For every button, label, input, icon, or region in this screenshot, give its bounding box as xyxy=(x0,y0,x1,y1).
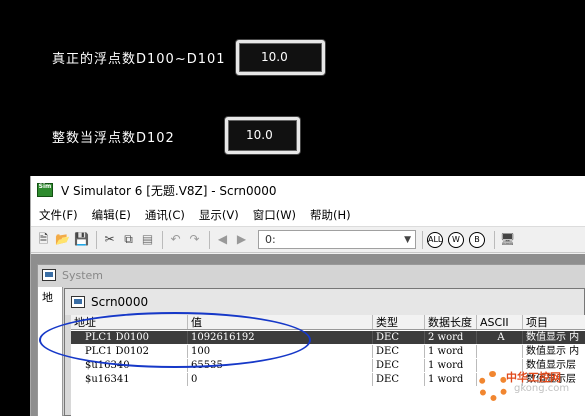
toolbar: 🗎 📂 💾 ✂ ⧉ ▤ ↶ ↷ ◀ ▶ 0: ▼ ALL W B 🖥 xyxy=(31,226,585,253)
toolbar-separator xyxy=(494,230,495,249)
toolbar-separator xyxy=(96,230,97,249)
table-row[interactable]: $u16340 65535 DEC 1 word 数值显示层 xyxy=(71,359,585,372)
cell-value: 0 xyxy=(188,373,373,386)
cell-ascii xyxy=(477,345,523,358)
cell-ascii xyxy=(477,359,523,372)
cell-ascii: A xyxy=(477,331,523,344)
cell-item: 数值显示 内 xyxy=(526,346,580,357)
save-icon[interactable]: 💾 xyxy=(73,231,90,248)
menu-help[interactable]: 帮助(H) xyxy=(310,207,351,223)
int-value: 10.0 xyxy=(246,128,273,142)
open-folder-icon[interactable]: 📂 xyxy=(54,231,71,248)
cell-address: $u16341 xyxy=(71,373,188,386)
table-row[interactable]: PLC1 D0102 100 DEC 1 word 数值显示 内 xyxy=(71,345,585,358)
cell-type: DEC xyxy=(373,359,425,372)
cell-item: 数值显示 内 xyxy=(526,332,580,343)
screen-select[interactable]: 0: ▼ xyxy=(258,230,416,249)
paste-icon[interactable]: ▤ xyxy=(139,231,156,248)
float-label: 真正的浮点数D100~D101 xyxy=(52,52,226,67)
column-header-item[interactable]: 项目 xyxy=(523,315,585,329)
system-title: System xyxy=(62,268,104,282)
show-all-button[interactable]: ALL xyxy=(427,231,443,248)
menu-comm[interactable]: 通讯(C) xyxy=(145,207,185,223)
copy-icon[interactable]: ⧉ xyxy=(120,231,137,248)
cell-address: $u16340 xyxy=(71,359,188,372)
system-address-header: 地 xyxy=(42,291,53,304)
menu-bar: 文件(F) 编辑(E) 通讯(C) 显示(V) 窗口(W) 帮助(H) xyxy=(31,204,585,226)
screen-title: Scrn0000 xyxy=(91,295,149,309)
cell-ascii xyxy=(477,373,523,386)
cell-length: 1 word xyxy=(425,373,477,386)
cell-value: 65535 xyxy=(188,359,373,372)
next-screen-icon[interactable]: ▶ xyxy=(233,231,250,248)
title-bar[interactable]: Sim V Simulator 6 [无题.V8Z] - Scrn0000 xyxy=(31,176,585,204)
menu-file[interactable]: 文件(F) xyxy=(39,207,78,223)
cut-icon[interactable]: ✂ xyxy=(101,231,118,248)
monitor-icon xyxy=(71,296,85,308)
cell-length: 1 word xyxy=(425,359,477,372)
screen-select-value: 0: xyxy=(265,233,276,246)
column-header-type[interactable]: 类型 xyxy=(373,315,425,329)
window-title: V Simulator 6 [无题.V8Z] - Scrn0000 xyxy=(61,183,277,198)
screenshot: 真正的浮点数D100~D101 10.0 整数当浮点数D102 10.0 Sim… xyxy=(0,0,585,416)
device-table: 地址 值 类型 数据长度 ASCII 项目 PLC1 D0100 1092616… xyxy=(71,315,585,416)
toolbar-separator xyxy=(422,230,423,249)
menu-view[interactable]: 显示(V) xyxy=(199,207,239,223)
cell-type: DEC xyxy=(373,373,425,386)
cell-type: DEC xyxy=(373,331,425,344)
sim-app-icon: Sim xyxy=(37,183,53,197)
int-numeric-display[interactable]: 10.0 xyxy=(225,117,300,154)
menu-edit[interactable]: 编辑(E) xyxy=(92,207,131,223)
cell-address: PLC1 D0100 xyxy=(71,331,188,344)
monitor-icon[interactable]: 🖥 xyxy=(499,231,516,248)
int-as-float-label: 整数当浮点数D102 xyxy=(52,131,175,146)
chevron-down-icon: ▼ xyxy=(404,234,411,245)
cell-item: 数值显示层 xyxy=(526,360,576,371)
prev-screen-icon[interactable]: ◀ xyxy=(214,231,231,248)
cell-type: DEC xyxy=(373,345,425,358)
cell-value: 1092616192 xyxy=(188,331,373,344)
screen-title-bar[interactable]: Scrn0000 xyxy=(65,289,584,315)
cell-address: PLC1 D0102 xyxy=(71,345,188,358)
cell-length: 2 word xyxy=(425,331,477,344)
undo-icon[interactable]: ↶ xyxy=(167,231,184,248)
float-numeric-display[interactable]: 10.0 xyxy=(236,40,325,75)
cell-value: 100 xyxy=(188,345,373,358)
float-value: 10.0 xyxy=(261,50,288,64)
bit-mode-button[interactable]: B xyxy=(469,231,485,248)
system-address-column: 地 xyxy=(38,287,63,416)
column-header-ascii[interactable]: ASCII xyxy=(477,315,523,329)
column-header-length[interactable]: 数据长度 xyxy=(425,315,477,329)
toolbar-separator xyxy=(162,230,163,249)
monitor-icon xyxy=(42,269,56,281)
cell-length: 1 word xyxy=(425,345,477,358)
table-row[interactable]: PLC1 D0100 1092616192 DEC 2 word A 数值显示 … xyxy=(71,331,585,344)
column-header-value[interactable]: 值 xyxy=(188,315,373,329)
menu-window[interactable]: 窗口(W) xyxy=(253,207,296,223)
redo-icon[interactable]: ↷ xyxy=(186,231,203,248)
screen-window: Scrn0000 地址 值 类型 数据长度 ASCII 项目 PLC1 D010… xyxy=(64,288,585,416)
new-file-icon[interactable]: 🗎 xyxy=(35,231,52,248)
column-header-address[interactable]: 地址 xyxy=(71,315,188,329)
toolbar-separator xyxy=(209,230,210,249)
system-title-bar[interactable]: System xyxy=(38,265,585,285)
table-header: 地址 值 类型 数据长度 ASCII 项目 xyxy=(71,315,585,330)
table-row[interactable]: $u16341 0 DEC 1 word 数值显示层 xyxy=(71,373,585,386)
word-mode-button[interactable]: W xyxy=(448,231,464,248)
cell-item: 数值显示层 xyxy=(526,374,576,385)
